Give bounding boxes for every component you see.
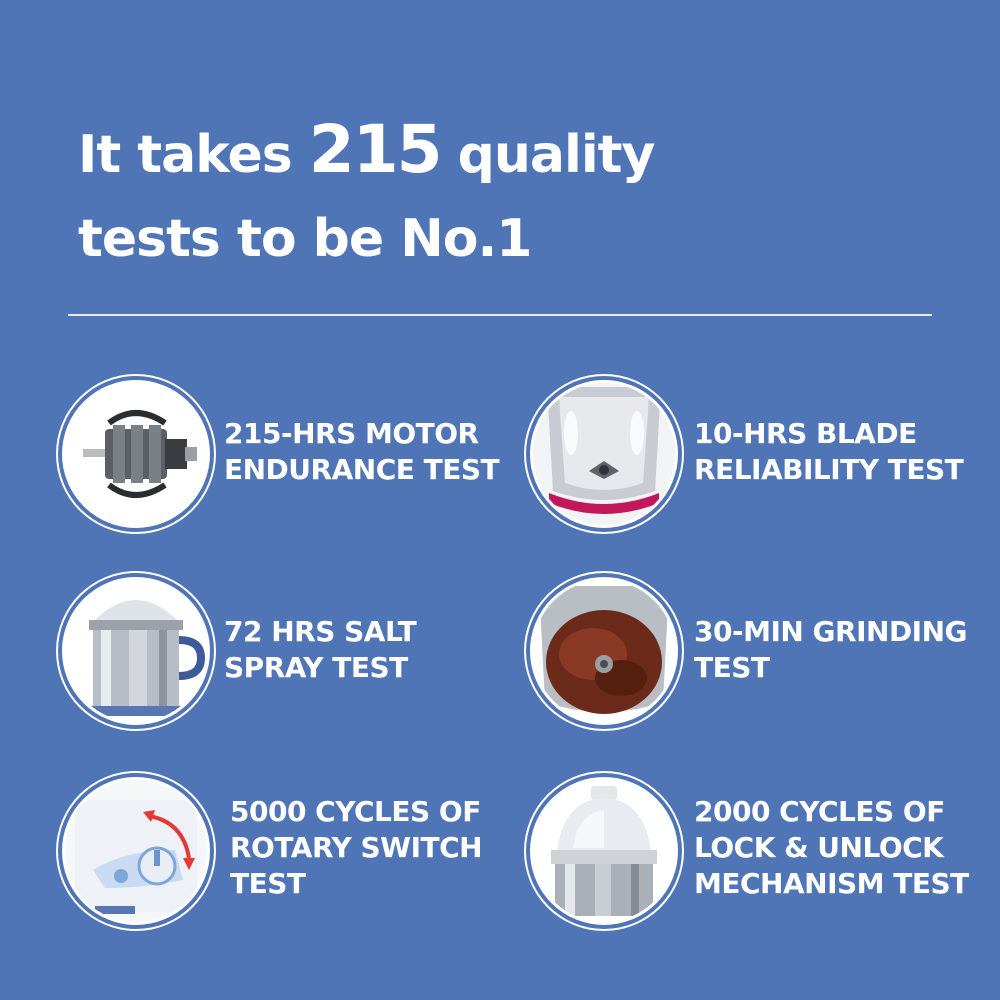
grinding-paste-icon xyxy=(530,577,678,725)
jar-lid-icon xyxy=(530,777,678,925)
rotary-switch-icon xyxy=(62,777,210,925)
test-label-rotary-switch: 5000 CYCLES OF ROTARY SWITCH TEST xyxy=(230,795,483,900)
headline-number: 215 xyxy=(308,111,443,188)
headline-line-1: It takes 215 quality xyxy=(78,108,938,197)
steel-jar-icon xyxy=(62,577,210,725)
headline: It takes 215 quality tests to be No.1 xyxy=(78,108,938,281)
headline-text-after: quality xyxy=(457,125,656,185)
motor-icon xyxy=(62,380,210,528)
test-label-salt-spray: 72 HRS SALT SPRAY TEST xyxy=(224,615,417,684)
headline-text-before: It takes xyxy=(78,125,293,185)
headline-line-2: tests to be No.1 xyxy=(78,209,532,269)
test-label-motor: 215-HRS MOTOR ENDURANCE TEST xyxy=(224,417,500,486)
test-label-lock-unlock: 2000 CYCLES OF LOCK & UNLOCK MECHANISM T… xyxy=(694,795,969,900)
divider xyxy=(68,314,932,316)
test-label-blade: 10-HRS BLADE RELIABILITY TEST xyxy=(694,417,964,486)
blade-jar-icon xyxy=(530,380,678,528)
test-label-grinding: 30-MIN GRINDING TEST xyxy=(694,615,968,684)
